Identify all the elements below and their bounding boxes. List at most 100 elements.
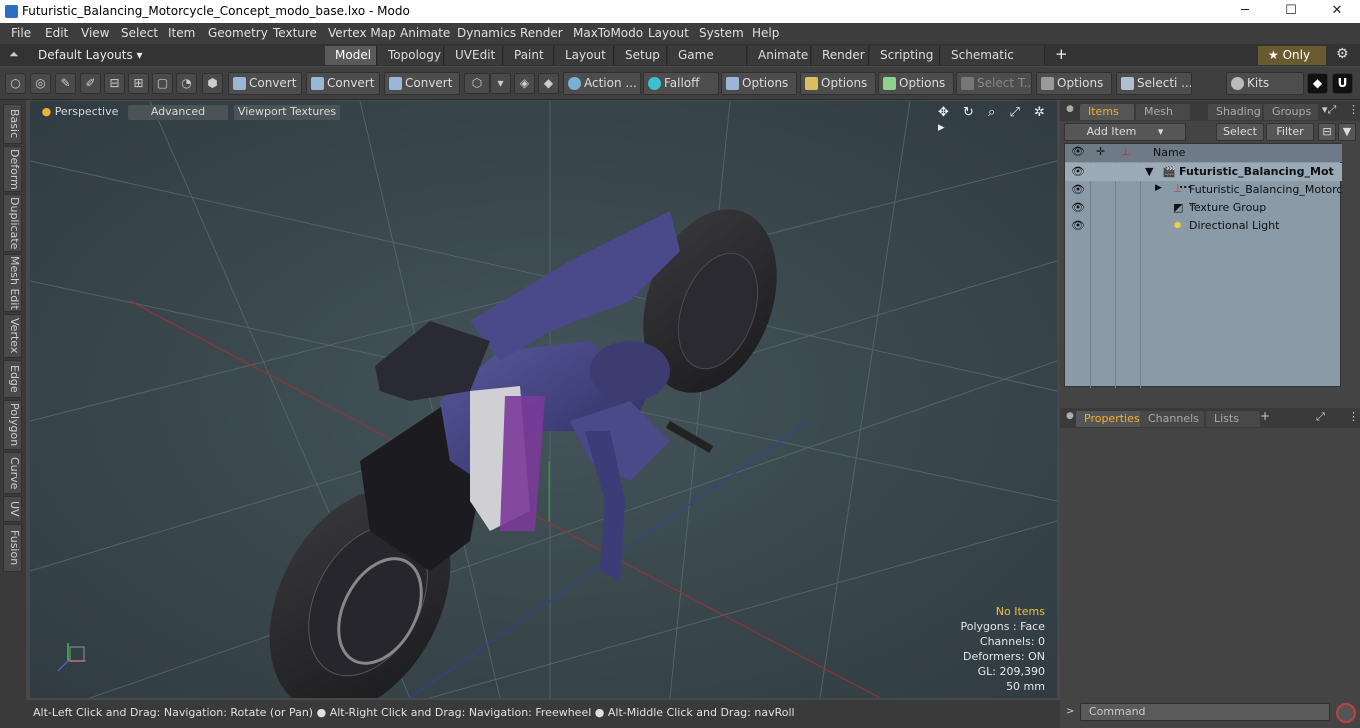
- polygon-mode-icon[interactable]: ▢: [152, 73, 173, 94]
- snapping-icon[interactable]: ◆: [538, 73, 559, 94]
- convert-button-3[interactable]: Convert: [384, 72, 460, 95]
- brush-tool-icon[interactable]: ✐: [80, 73, 101, 94]
- list-item[interactable]: 👁 ✹ Directional Light: [1065, 217, 1342, 235]
- select-through-button[interactable]: Select T...: [956, 72, 1032, 95]
- name-column-header[interactable]: Name: [1153, 146, 1185, 159]
- collapse-arrow-icon[interactable]: ⏶: [9, 47, 19, 62]
- tab-uv[interactable]: UV: [3, 496, 22, 522]
- tab-uvedit[interactable]: UVEdit: [445, 46, 503, 65]
- perspective-dropdown[interactable]: ● Perspective: [36, 105, 124, 120]
- collapse-all-icon[interactable]: ⊟: [1318, 123, 1336, 141]
- tab-game-tools[interactable]: Game Tools: [668, 46, 747, 80]
- tab-groups[interactable]: Groups: [1264, 104, 1318, 120]
- tab-curve[interactable]: Curve: [3, 452, 22, 494]
- tab-mesh[interactable]: Mesh ...: [1136, 104, 1190, 133]
- tab-setup[interactable]: Setup: [615, 46, 667, 65]
- tab-shading[interactable]: Shading: [1208, 104, 1262, 120]
- convert-button-1[interactable]: Convert: [228, 72, 302, 95]
- panel-menu-icon[interactable]: ⋮: [1348, 410, 1359, 423]
- 3d-viewport[interactable]: ● Perspective Advanced Viewport Textures…: [30, 101, 1057, 698]
- menu-select[interactable]: Select: [121, 26, 158, 40]
- menu-system[interactable]: System: [699, 26, 744, 40]
- default-layouts-dropdown[interactable]: Default Layouts ▾: [38, 48, 143, 62]
- tab-polygon[interactable]: Polygon: [3, 400, 22, 450]
- dropdown-arrow-icon[interactable]: ▾: [490, 73, 511, 94]
- menu-help[interactable]: Help: [752, 26, 779, 40]
- tab-layout[interactable]: Layout: [555, 46, 614, 65]
- pen-tool-icon[interactable]: ✎: [55, 73, 76, 94]
- settings-gear-icon[interactable]: ⚙: [1336, 46, 1349, 62]
- list-item[interactable]: 👁 ◩ Texture Group: [1065, 199, 1342, 217]
- visibility-eye-icon[interactable]: 👁: [1071, 219, 1085, 232]
- panel-expand-icon[interactable]: ▾⤢: [1322, 103, 1336, 117]
- maximize-button[interactable]: ☐: [1268, 0, 1314, 23]
- advanced-shading-dropdown[interactable]: Advanced: [128, 105, 228, 120]
- menu-vertex-map[interactable]: Vertex Map: [328, 26, 396, 40]
- select-button[interactable]: Select: [1216, 123, 1264, 141]
- material-mode-icon[interactable]: ◔: [176, 73, 197, 94]
- add-tab-button[interactable]: +: [1260, 409, 1270, 423]
- menu-file[interactable]: File: [11, 26, 31, 40]
- add-item-dropdown[interactable]: Add Item ▾: [1064, 123, 1186, 141]
- edge-mode-icon[interactable]: ◎: [30, 73, 51, 94]
- menu-view[interactable]: View: [81, 26, 109, 40]
- expand-arrow-icon[interactable]: ▶: [1155, 183, 1162, 193]
- falloff-button[interactable]: Falloff: [643, 72, 719, 95]
- only-toggle-button[interactable]: ★ Only: [1258, 46, 1326, 65]
- tab-schematic-fusion[interactable]: Schematic Fusion: [941, 46, 1045, 80]
- tab-edge[interactable]: Edge: [3, 360, 22, 398]
- options-button-4[interactable]: Options: [1036, 72, 1112, 95]
- panel-handle-icon[interactable]: ●: [1066, 411, 1074, 421]
- menu-maxtomodo[interactable]: MaxToModo: [573, 26, 643, 40]
- kits-button[interactable]: Kits: [1226, 72, 1304, 95]
- funnel-filter-icon[interactable]: ▼: [1338, 123, 1356, 141]
- tab-model[interactable]: Model: [325, 46, 377, 65]
- tab-render[interactable]: Render: [812, 46, 869, 65]
- tab-lists[interactable]: Lists: [1206, 411, 1260, 427]
- visibility-eye-icon[interactable]: 👁: [1071, 183, 1085, 196]
- expand-arrow-icon[interactable]: ▼: [1145, 165, 1153, 178]
- tab-paint[interactable]: Paint: [504, 46, 554, 65]
- menu-edit[interactable]: Edit: [45, 26, 68, 40]
- unreal-icon[interactable]: U: [1332, 73, 1353, 94]
- menu-dynamics[interactable]: Dynamics: [457, 26, 516, 40]
- visibility-eye-icon[interactable]: 👁: [1071, 165, 1085, 178]
- options-button-3[interactable]: Options: [878, 72, 954, 95]
- tab-mesh-edit[interactable]: Mesh Edit: [3, 254, 22, 312]
- menu-item[interactable]: Item: [168, 26, 195, 40]
- record-macro-icon[interactable]: [1336, 703, 1356, 723]
- panel-menu-icon[interactable]: ⋮: [1348, 103, 1359, 116]
- tab-items[interactable]: Items: [1080, 104, 1134, 120]
- tab-channels[interactable]: Channels: [1140, 411, 1204, 427]
- options-button-1[interactable]: Options: [721, 72, 797, 95]
- tab-topology[interactable]: Topology: [378, 46, 444, 65]
- lock-column-icon[interactable]: ✛: [1096, 145, 1105, 158]
- visibility-eye-icon[interactable]: 👁: [1071, 201, 1085, 214]
- panel-handle-icon[interactable]: ●: [1066, 104, 1074, 114]
- menu-layout[interactable]: Layout: [648, 26, 689, 40]
- menu-animate[interactable]: Animate: [400, 26, 450, 40]
- item-mode-icon[interactable]: ⬢: [202, 73, 223, 94]
- symmetry-icon[interactable]: ◈: [514, 73, 535, 94]
- tab-duplicate[interactable]: Duplicate: [3, 194, 22, 252]
- grid-snap-icon[interactable]: ⊞: [128, 73, 149, 94]
- list-item[interactable]: 👁 ▼ 🎬 Futuristic_Balancing_Mot ...: [1065, 163, 1342, 191]
- viewport-textures-dropdown[interactable]: Viewport Textures: [234, 105, 340, 120]
- filter-button[interactable]: Filter: [1266, 123, 1314, 141]
- menu-render[interactable]: Render: [520, 26, 563, 40]
- tab-fusion[interactable]: Fusion: [3, 524, 22, 572]
- selection-sets-button[interactable]: Selecti ...: [1116, 72, 1192, 95]
- tab-animate[interactable]: Animate: [748, 46, 811, 65]
- action-center-button[interactable]: Action ...: [563, 72, 641, 95]
- cube-tool-icon[interactable]: ⬡: [464, 73, 490, 94]
- tab-scripting[interactable]: Scripting: [870, 46, 940, 65]
- viewport-nav-icons[interactable]: ✥ ↻ ⌕ ⤢ ✲ ▸: [938, 105, 1057, 135]
- menu-geometry[interactable]: Geometry: [208, 26, 268, 40]
- menu-texture[interactable]: Texture: [273, 26, 317, 40]
- vertex-mode-icon[interactable]: ○: [5, 73, 26, 94]
- unity-icon[interactable]: ◆: [1307, 73, 1328, 94]
- visibility-column-icon[interactable]: 👁: [1071, 145, 1085, 158]
- add-tab-button[interactable]: +: [1055, 45, 1068, 63]
- tab-properties[interactable]: Properties: [1076, 411, 1148, 427]
- options-button-2[interactable]: Options: [800, 72, 876, 95]
